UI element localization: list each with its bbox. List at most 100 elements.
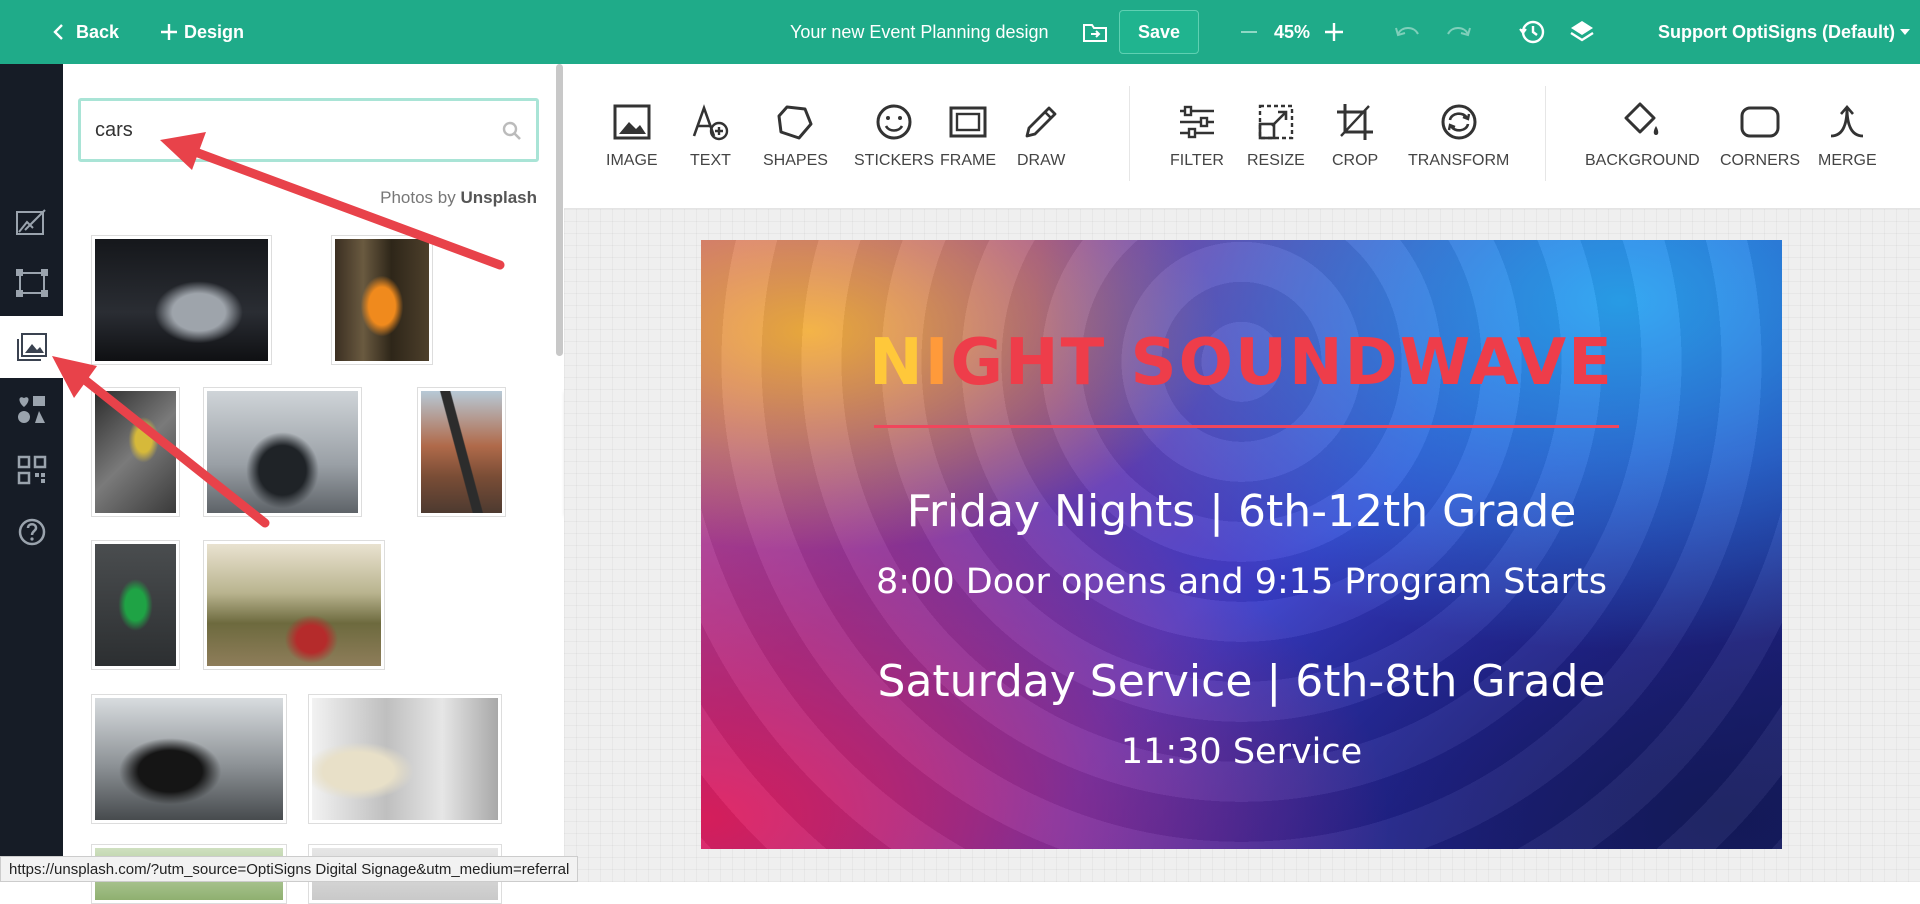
tool-corners[interactable]: CORNERS [1720, 102, 1800, 170]
tool-image[interactable]: IMAGE [606, 102, 658, 170]
rail-qr-button[interactable] [0, 441, 63, 499]
photo-thumbnail[interactable] [417, 387, 506, 517]
merge-icon [1831, 105, 1864, 138]
help-icon [18, 518, 45, 546]
save-button[interactable]: Save [1119, 10, 1199, 54]
tool-image-label: IMAGE [606, 152, 658, 169]
design-line-door-opens[interactable]: 8:00 Door opens and 9:15 Program Starts [701, 562, 1782, 602]
toolbar-divider [1545, 86, 1546, 181]
tool-frame-label: FRAME [940, 152, 996, 169]
photo-search-input[interactable] [95, 117, 475, 143]
photos-panel: Photos by Unsplash [63, 64, 564, 904]
title-letter-i: I [924, 326, 951, 400]
zoom-in-button[interactable] [1324, 0, 1344, 64]
tool-background[interactable]: BACKGROUND [1585, 102, 1700, 170]
tool-crop-label: CROP [1332, 152, 1379, 169]
tool-filter[interactable]: FILTER [1170, 102, 1224, 170]
plus-icon [161, 24, 177, 40]
chevron-left-icon [53, 24, 63, 40]
photo-thumbnail[interactable] [91, 694, 287, 824]
tool-merge-label: MERGE [1818, 152, 1877, 169]
zoom-out-button[interactable] [1240, 0, 1258, 64]
undo-button[interactable] [1394, 0, 1422, 64]
title-letter-n: N [869, 326, 925, 400]
rail-photos-button[interactable] [0, 316, 63, 378]
design-label: Design [184, 21, 245, 42]
tool-resize-label: RESIZE [1247, 152, 1305, 169]
rail-resize-button[interactable] [0, 254, 63, 312]
unsplash-credit[interactable]: Photos by Unsplash [380, 188, 537, 208]
design-line-friday[interactable]: Friday Nights | 6th-12th Grade [701, 486, 1782, 537]
design-title[interactable]: NIGHT SOUNDWAVE [701, 326, 1782, 400]
tool-transform-label: TRANSFORM [1408, 152, 1510, 169]
tool-text[interactable]: TEXT [690, 102, 731, 170]
redo-button[interactable] [1444, 0, 1472, 64]
crop-icon [1337, 104, 1374, 140]
resize-icon [1258, 104, 1294, 140]
design-line-service-time[interactable]: 11:30 Service [701, 732, 1782, 772]
design-canvas[interactable]: NIGHT SOUNDWAVE Friday Nights | 6th-12th… [701, 240, 1782, 849]
left-rail [0, 64, 63, 882]
tool-shapes[interactable]: SHAPES [763, 102, 828, 170]
credit-prefix: Photos by [380, 188, 456, 207]
shapes-icon [777, 105, 813, 140]
qr-code-icon [17, 455, 46, 485]
layers-icon [1570, 21, 1594, 42]
photo-thumbnail[interactable] [91, 540, 180, 670]
photo-thumbnail[interactable] [203, 540, 385, 670]
account-label: Support OptiSigns (Default) [1658, 21, 1895, 42]
tool-frame[interactable]: FRAME [940, 102, 996, 170]
tool-resize[interactable]: RESIZE [1247, 102, 1305, 170]
photo-thumbnail[interactable] [203, 387, 362, 517]
history-button[interactable] [1519, 0, 1545, 64]
image-icon [613, 104, 651, 140]
tool-background-label: BACKGROUND [1585, 152, 1700, 169]
tool-draw-label: DRAW [1017, 152, 1066, 169]
resize-frame-icon [15, 269, 48, 297]
design-line-saturday[interactable]: Saturday Service | 6th-8th Grade [701, 656, 1782, 707]
photo-thumbnail[interactable] [91, 235, 272, 365]
tool-corners-label: CORNERS [1720, 152, 1801, 169]
search-icon[interactable] [502, 121, 522, 141]
smiley-icon [876, 104, 912, 140]
tool-stickers[interactable]: STICKERS [854, 102, 934, 170]
design-button[interactable]: Design [160, 0, 244, 64]
layers-button[interactable] [1569, 0, 1595, 64]
tool-draw[interactable]: DRAW [1017, 102, 1065, 170]
tool-transform[interactable]: TRANSFORM [1408, 102, 1509, 170]
account-menu[interactable]: Support OptiSigns (Default) [1658, 0, 1911, 64]
sliders-icon [1179, 105, 1214, 139]
tool-crop[interactable]: CROP [1332, 102, 1378, 170]
photo-thumbnail[interactable] [331, 235, 433, 365]
frame-icon [949, 106, 987, 138]
rail-elements-button[interactable] [0, 380, 63, 438]
tool-stickers-label: STICKERS [854, 152, 935, 169]
pencil-icon [1025, 106, 1057, 138]
paint-bucket-icon [1624, 102, 1659, 135]
save-to-folder-icon[interactable] [1082, 0, 1108, 64]
title-underline[interactable] [874, 425, 1619, 428]
caret-down-icon [1899, 29, 1910, 35]
photo-thumbnail[interactable] [308, 694, 502, 824]
credit-source: Unsplash [460, 188, 537, 207]
link-status-bar: https://unsplash.com/?utm_source=OptiSig… [0, 856, 579, 882]
rotate-icon [1441, 104, 1477, 140]
rounded-corners-icon [1740, 106, 1780, 138]
toolbar-divider [1129, 86, 1130, 181]
tool-shapes-label: SHAPES [763, 152, 828, 169]
tool-text-label: TEXT [690, 152, 731, 169]
tool-merge[interactable]: MERGE [1818, 102, 1877, 170]
tool-filter-label: FILTER [1170, 152, 1224, 169]
rail-design-button[interactable] [0, 193, 63, 251]
back-label: Back [76, 21, 120, 42]
history-icon [1519, 20, 1545, 44]
minus-icon [1241, 31, 1257, 33]
back-button[interactable]: Back [52, 0, 119, 64]
rail-help-button[interactable] [0, 503, 63, 561]
photo-thumbnail[interactable] [91, 387, 180, 517]
top-bar: Back Design Your new Event Planning desi… [0, 0, 1920, 64]
title-rest: GHT SOUNDWAVE [950, 326, 1614, 400]
panel-scrollbar[interactable] [556, 64, 563, 356]
document-title[interactable]: Your new Event Planning design [790, 0, 1049, 64]
elements-icon [17, 396, 45, 423]
